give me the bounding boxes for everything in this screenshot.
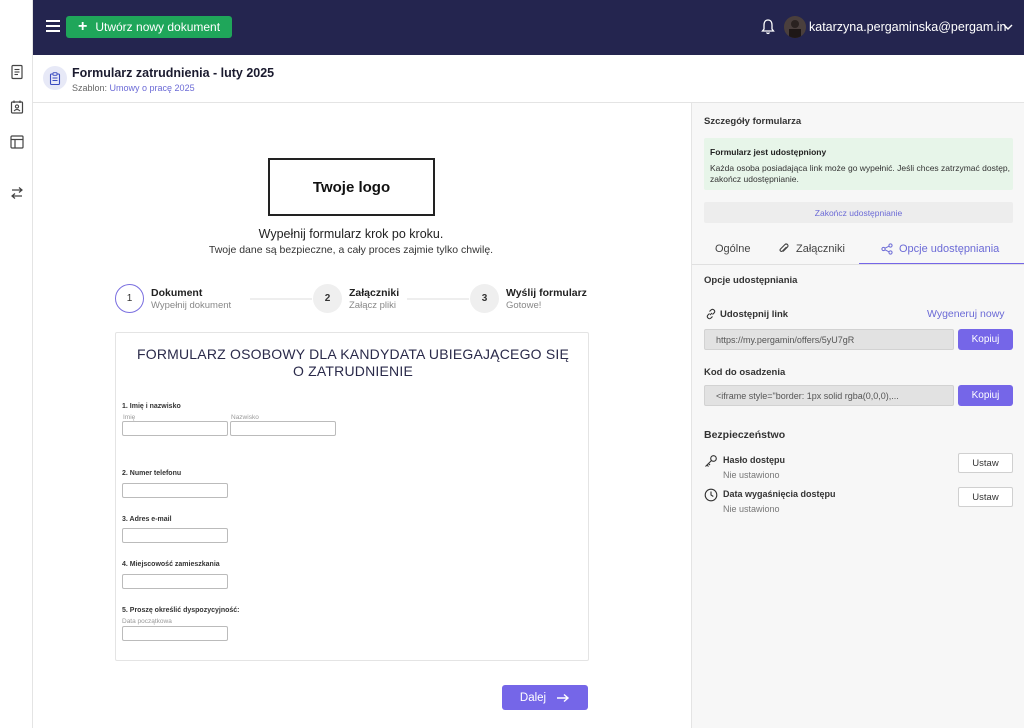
- set-expiry-button[interactable]: Ustaw: [958, 487, 1013, 507]
- share-link-text: Udostępnij link: [720, 308, 789, 320]
- intro-subtext: Twoje dane są bezpieczne, a cały proces …: [208, 244, 494, 256]
- step-subtitle: Gotowe!: [506, 299, 542, 311]
- clock-icon: [704, 488, 718, 502]
- share-icon: [881, 243, 893, 255]
- divider: [692, 264, 1024, 265]
- expiry-status: Nie ustawiono: [723, 504, 780, 514]
- intro-heading: Wypełnij formularz krok po kroku.: [258, 227, 444, 241]
- bell-icon[interactable]: [760, 18, 776, 36]
- form-title: FORMULARZ OSOBOWY DLA KANDYDATA UBIEGAJĄ…: [116, 346, 590, 380]
- template-prefix: Szablon:: [72, 83, 110, 93]
- next-label: Dalej: [519, 691, 547, 704]
- city-input[interactable]: [122, 574, 228, 589]
- tab-label: Opcje udostępniania: [899, 243, 1000, 255]
- logo-placeholder: Twoje logo: [268, 158, 435, 216]
- new-document-button[interactable]: + Utwórz nowy dokument: [66, 16, 233, 38]
- shared-status-box: Formularz jest udostępniony Każda osoba …: [704, 138, 1013, 190]
- phone-input[interactable]: [122, 483, 228, 498]
- embed-code-title: Kod do osadzenia: [704, 367, 786, 378]
- tab-sharing-options[interactable]: Opcje udostępniania: [881, 243, 999, 255]
- shared-status-title: Formularz jest udostępniony: [710, 147, 827, 157]
- password-status: Nie ustawiono: [723, 470, 780, 480]
- set-password-button[interactable]: Ustaw: [958, 453, 1013, 473]
- stepper: 1 Dokument Wypełnij dokument 2 Załącznik…: [115, 284, 595, 316]
- step-title: Załączniki: [349, 286, 400, 299]
- field-sublabel: Nazwisko: [231, 414, 259, 421]
- chevron-down-icon[interactable]: [1002, 21, 1014, 33]
- form-details-panel: Szczegóły formularza Formularz jest udos…: [691, 103, 1024, 728]
- regenerate-link[interactable]: Wygeneruj nowy: [927, 308, 1005, 320]
- arrow-right-icon: [557, 693, 570, 702]
- question-label: 3. Adres e-mail: [122, 516, 172, 523]
- form-title-line: O ZATRUDNIENIE: [293, 363, 413, 379]
- menu-icon[interactable]: [46, 20, 60, 32]
- tab-general[interactable]: Ogólne: [715, 243, 750, 255]
- stop-sharing-button[interactable]: Zakończ udostępnianie: [704, 202, 1013, 223]
- share-url-field[interactable]: https://my.pergamin/offers/5yU7gR: [704, 329, 954, 350]
- step-title: Wyślij formularz: [506, 286, 587, 299]
- password-label: Hasło dostępu: [723, 455, 786, 465]
- step-attachments[interactable]: 2 Załączniki Załącz pliki: [313, 284, 399, 313]
- last-name-input[interactable]: [230, 421, 336, 436]
- step-number: 1: [115, 284, 144, 313]
- transfer-icon[interactable]: [9, 185, 25, 201]
- tab-attachments[interactable]: Załączniki: [778, 243, 845, 255]
- form-preview: Twoje logo Wypełnij formularz krok po kr…: [33, 103, 691, 728]
- page-title: Formularz zatrudnienia - luty 2025: [72, 66, 275, 80]
- first-name-input[interactable]: [122, 421, 228, 436]
- question-label: 5. Proszę określić dyspozycyjność:: [122, 607, 240, 614]
- user-email[interactable]: katarzyna.pergaminska@pergam.in: [809, 20, 1007, 34]
- question-label: 1. Imię i nazwisko: [122, 403, 181, 410]
- step-connector: [250, 298, 312, 300]
- copy-link-button[interactable]: Kopiuj: [958, 329, 1013, 350]
- contacts-icon[interactable]: [9, 99, 25, 115]
- start-date-input[interactable]: [122, 626, 228, 641]
- form-card: FORMULARZ OSOBOWY DLA KANDYDATA UBIEGAJĄ…: [115, 332, 589, 661]
- template-icon[interactable]: [9, 134, 25, 150]
- copy-embed-button[interactable]: Kopiuj: [958, 385, 1013, 406]
- expiry-label: Data wygaśnięcia dostępu: [723, 489, 836, 499]
- tab-label: Ogólne: [715, 243, 751, 255]
- question-label: 2. Numer telefonu: [122, 470, 182, 477]
- document-header: Formularz zatrudnienia - luty 2025 Szabl…: [33, 55, 1024, 103]
- embed-code-field[interactable]: <iframe style="border: 1px solid rgba(0,…: [704, 385, 954, 406]
- new-document-label: Utwórz nowy dokument: [95, 20, 221, 34]
- avatar[interactable]: [784, 16, 806, 38]
- email-input[interactable]: [122, 528, 228, 543]
- step-number: 3: [470, 284, 499, 313]
- document-icon[interactable]: [9, 64, 25, 80]
- step-subtitle: Załącz pliki: [349, 299, 396, 311]
- form-title-line: FORMULARZ OSOBOWY DLA KANDYDATA UBIEGAJĄ…: [136, 346, 570, 362]
- link-icon: [706, 308, 716, 320]
- tab-label: Załączniki: [796, 243, 845, 255]
- paperclip-icon: [779, 243, 789, 253]
- clipboard-icon: [43, 66, 67, 90]
- question-label: 4. Miejscowość zamieszkania: [122, 561, 220, 568]
- shared-status-description: Każda osoba posiadająca link może go wyp…: [710, 163, 1011, 184]
- template-link[interactable]: Umowy o pracę 2025: [110, 83, 195, 93]
- key-icon: [705, 455, 717, 467]
- step-connector: [407, 298, 469, 300]
- security-title: Bezpieczeństwo: [704, 429, 786, 441]
- template-info: Szablon: Umowy o pracę 2025: [72, 83, 195, 93]
- plus-icon: +: [78, 18, 88, 35]
- top-bar: + Utwórz nowy dokument katarzyna.pergami…: [33, 0, 1024, 55]
- field-sublabel: Imię: [123, 414, 136, 421]
- step-title: Dokument: [151, 286, 203, 299]
- sharing-options-title: Opcje udostępniania: [704, 275, 798, 286]
- step-send[interactable]: 3 Wyślij formularz Gotowe!: [470, 284, 587, 313]
- left-rail: [0, 0, 33, 728]
- panel-tabs: Ogólne Załączniki Opcje udostępniania: [692, 240, 1024, 265]
- panel-heading: Szczegóły formularza: [704, 116, 802, 127]
- share-link-label: Udostępnij link: [705, 308, 788, 320]
- step-document[interactable]: 1 Dokument Wypełnij dokument: [115, 284, 231, 313]
- next-button[interactable]: Dalej: [502, 685, 588, 710]
- step-subtitle: Wypełnij dokument: [151, 299, 232, 311]
- field-sublabel: Data początkowa: [122, 618, 172, 625]
- step-number: 2: [313, 284, 342, 313]
